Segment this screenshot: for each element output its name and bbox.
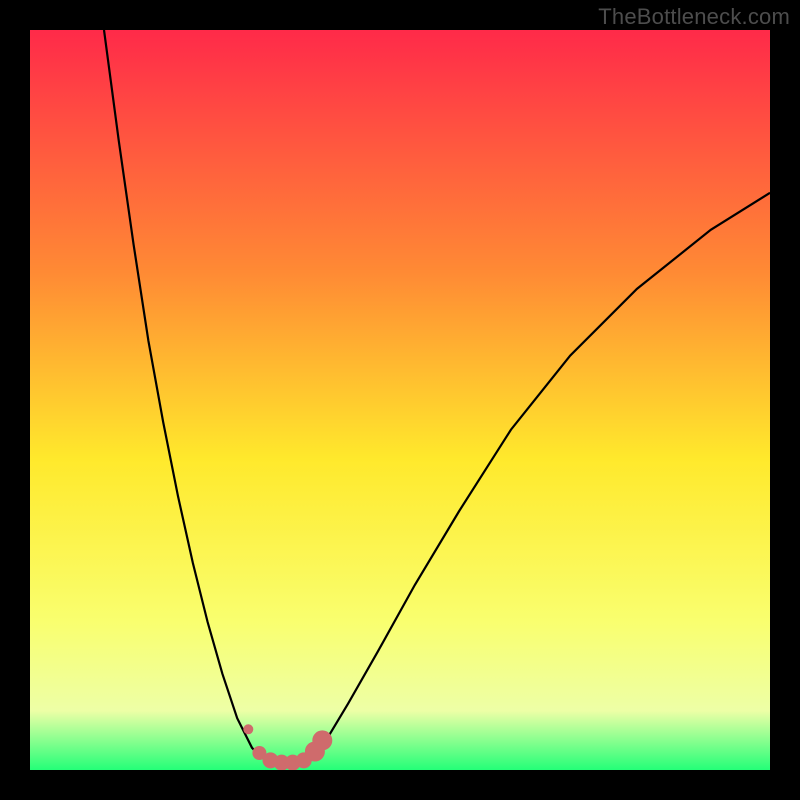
watermark-text: TheBottleneck.com	[598, 4, 790, 30]
chart-frame: TheBottleneck.com	[0, 0, 800, 800]
gradient-background	[30, 30, 770, 770]
plot-area	[30, 30, 770, 770]
plot-svg	[30, 30, 770, 770]
valley-marker	[243, 724, 253, 734]
valley-marker	[312, 730, 332, 750]
